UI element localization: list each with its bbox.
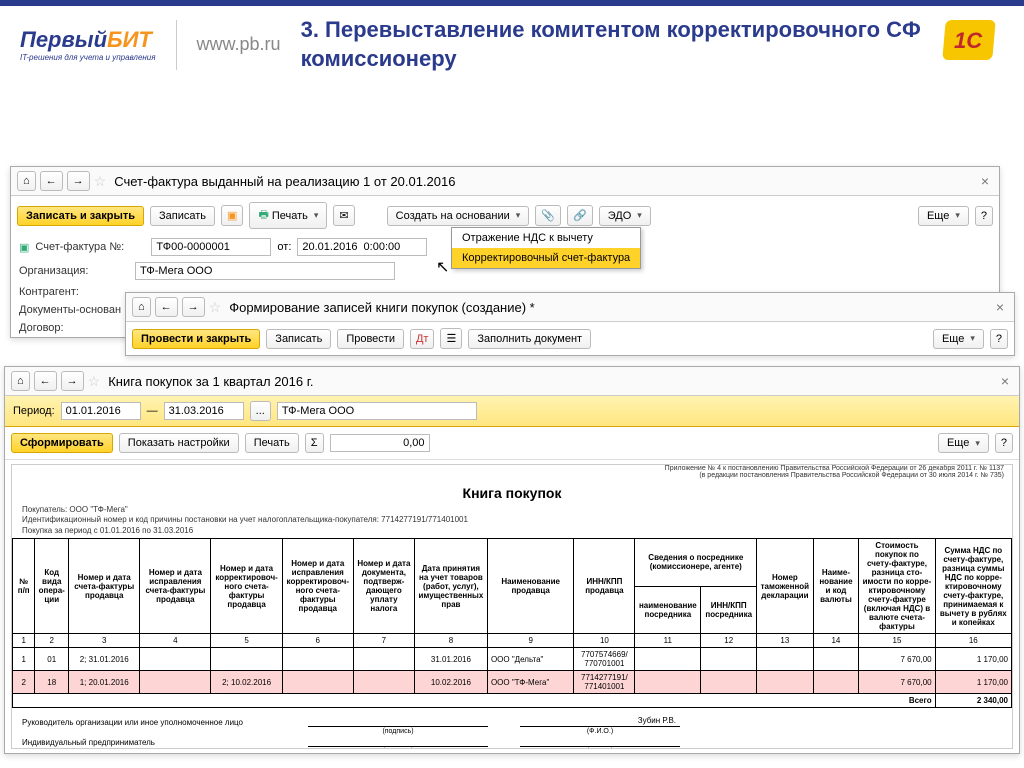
mail-icon[interactable]: ✉ xyxy=(333,205,354,226)
sig-director-label: Руководитель организации или иное уполно… xyxy=(22,718,302,727)
table-row[interactable]: 1012; 31.01.201631.01.2016ООО "Дельта"77… xyxy=(13,648,1012,671)
sf-no-input[interactable] xyxy=(151,238,271,256)
ctr-label: Контрагент: xyxy=(19,286,129,298)
print-button[interactable]: Печать xyxy=(245,433,299,453)
star-icon[interactable]: ☆ xyxy=(209,299,222,316)
window-book-entries: ⌂ ← → ☆ Формирование записей книги покуп… xyxy=(125,292,1015,356)
org-input[interactable] xyxy=(277,402,477,420)
more-button[interactable]: Еще xyxy=(933,329,984,349)
help-icon[interactable]: ? xyxy=(995,433,1013,453)
report-area: Приложение № 4 к постановлению Правитель… xyxy=(11,464,1013,749)
forward-icon[interactable]: → xyxy=(61,371,84,391)
docs-label: Документы-основан xyxy=(19,304,129,316)
forward-icon[interactable]: → xyxy=(182,297,205,317)
window-title: Книга покупок за 1 квартал 2016 г. xyxy=(108,374,313,389)
dd-item-corr-sf[interactable]: Корректировочный счет-фактура xyxy=(452,248,640,268)
help-icon[interactable]: ? xyxy=(975,206,993,226)
dt-kt-icon[interactable]: Дт xyxy=(410,329,435,349)
report-title: Книга покупок xyxy=(12,479,1012,503)
sum-field xyxy=(330,434,430,452)
edo-button[interactable]: ЭДО xyxy=(599,206,651,226)
save-button[interactable]: Записать xyxy=(266,329,331,349)
form-button[interactable]: Сформировать xyxy=(11,433,113,453)
period-picker-button[interactable]: ... xyxy=(250,401,271,421)
date-from-input[interactable] xyxy=(61,402,141,420)
home-icon[interactable]: ⌂ xyxy=(11,371,30,391)
sig-ip-label: Индивидуальный предприниматель xyxy=(22,738,302,747)
org-label: Организация: xyxy=(19,265,129,277)
back-icon[interactable]: ← xyxy=(40,171,63,191)
logo-1c: 1С xyxy=(944,20,1004,70)
table-row[interactable]: 2181; 20.01.20162; 10.02.201610.02.2016О… xyxy=(13,671,1012,694)
sum-icon[interactable]: Σ xyxy=(305,433,324,453)
post-button[interactable]: Провести xyxy=(337,329,404,349)
url: www.pb.ru xyxy=(197,34,281,55)
purchase-book-table: № п/п Код вида опера­ции Номер и дата сч… xyxy=(12,538,1012,708)
forward-icon[interactable]: → xyxy=(67,171,90,191)
logo-pervyi-bit: ПервыйБИТ IT-решения для учета и управле… xyxy=(20,27,156,62)
period-label: Период: xyxy=(13,405,55,417)
create-based-button[interactable]: Создать на основании xyxy=(387,206,530,226)
slide-title: 3. Перевыставление комитентом корректиро… xyxy=(301,16,924,73)
clip-icon[interactable]: 🔗 xyxy=(567,205,593,226)
mouse-cursor: ↖ xyxy=(436,257,449,277)
window-title: Счет-фактура выданный на реализацию 1 от… xyxy=(114,174,455,189)
post-icon[interactable]: ▣ xyxy=(221,205,243,226)
sf-date-input[interactable] xyxy=(297,238,427,256)
dd-item-nds[interactable]: Отражение НДС к вычету xyxy=(452,228,640,248)
help-icon[interactable]: ? xyxy=(990,329,1008,349)
close-icon[interactable]: × xyxy=(992,299,1008,315)
more-button[interactable]: Еще xyxy=(918,206,969,226)
window-purchase-book: ⌂ ← → ☆ Книга покупок за 1 квартал 2016 … xyxy=(4,366,1020,754)
attach-icon[interactable]: 📎 xyxy=(535,205,561,226)
regulation-note: Приложение № 4 к постановлению Правитель… xyxy=(12,465,1012,479)
home-icon[interactable]: ⌂ xyxy=(132,297,151,317)
close-icon[interactable]: × xyxy=(977,173,993,189)
close-icon[interactable]: × xyxy=(997,373,1013,389)
save-close-button[interactable]: Записать и закрыть xyxy=(17,206,144,226)
create-based-dropdown: Отражение НДС к вычету Корректировочный … xyxy=(451,227,641,269)
post-close-button[interactable]: Провести и закрыть xyxy=(132,329,260,349)
back-icon[interactable]: ← xyxy=(155,297,178,317)
star-icon[interactable]: ☆ xyxy=(94,173,107,190)
date-to-input[interactable] xyxy=(164,402,244,420)
dog-label: Договор: xyxy=(19,322,129,334)
back-icon[interactable]: ← xyxy=(34,371,57,391)
star-icon[interactable]: ☆ xyxy=(88,373,101,390)
window-title: Формирование записей книги покупок (созд… xyxy=(229,300,535,315)
print-button[interactable]: 🖶 Печать xyxy=(249,202,327,229)
report-meta: Покупатель: ООО "ТФ-Мега" Идентификацион… xyxy=(12,503,1012,538)
tree-icon[interactable]: ☰ xyxy=(440,328,462,349)
save-button[interactable]: Записать xyxy=(150,206,215,226)
org-input[interactable] xyxy=(135,262,395,280)
home-icon[interactable]: ⌂ xyxy=(17,171,36,191)
fill-button[interactable]: Заполнить документ xyxy=(468,329,591,349)
more-button[interactable]: Еще xyxy=(938,433,989,453)
slide-header: ПервыйБИТ IT-решения для учета и управле… xyxy=(0,6,1024,83)
sf-no-label: Счет-фактура №: xyxy=(35,241,145,253)
show-settings-button[interactable]: Показать настройки xyxy=(119,433,239,453)
